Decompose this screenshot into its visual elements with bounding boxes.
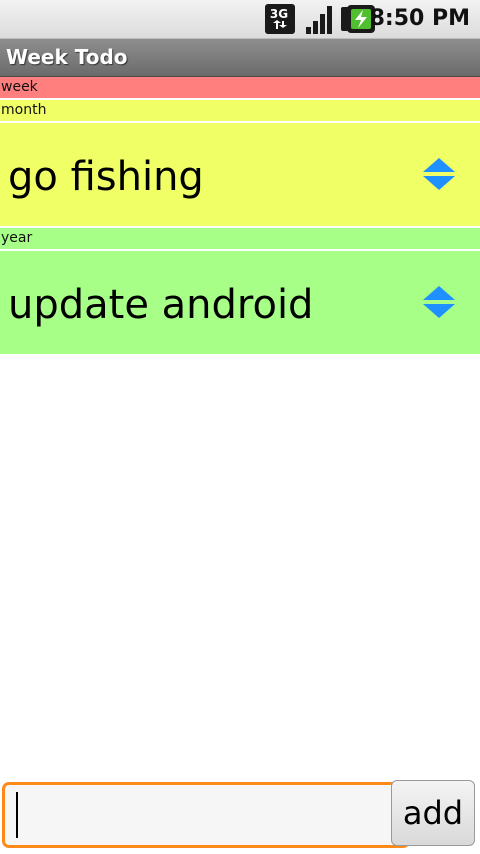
- network-3g-icon: 3G: [265, 4, 295, 34]
- app-title-bar: Week Todo: [0, 39, 480, 77]
- section-header-month: month: [0, 100, 480, 123]
- signal-strength-icon: [306, 6, 332, 34]
- app-title: Week Todo: [6, 45, 128, 69]
- reorder-arrows-icon[interactable]: [422, 285, 456, 319]
- todo-list: week month go fishing year update androi…: [0, 77, 480, 356]
- todo-item-text: go fishing: [8, 154, 204, 200]
- section-header-year: year: [0, 228, 480, 251]
- new-todo-input[interactable]: [2, 782, 410, 848]
- new-todo-bar: add: [0, 776, 480, 854]
- text-cursor: [16, 792, 18, 838]
- todo-item-go-fishing[interactable]: go fishing: [0, 123, 480, 228]
- phone-screen: 3G 8:50 PM Week Todo week month go fishi…: [0, 0, 480, 854]
- add-button[interactable]: add: [391, 780, 475, 846]
- network-3g-label: 3G: [270, 7, 288, 21]
- status-bar: 3G 8:50 PM: [0, 0, 480, 39]
- section-header-week: week: [0, 77, 480, 100]
- clock-time: 8:50 PM: [369, 6, 470, 31]
- todo-item-update-android[interactable]: update android: [0, 251, 480, 356]
- todo-item-text: update android: [8, 282, 314, 328]
- reorder-arrows-icon[interactable]: [422, 157, 456, 191]
